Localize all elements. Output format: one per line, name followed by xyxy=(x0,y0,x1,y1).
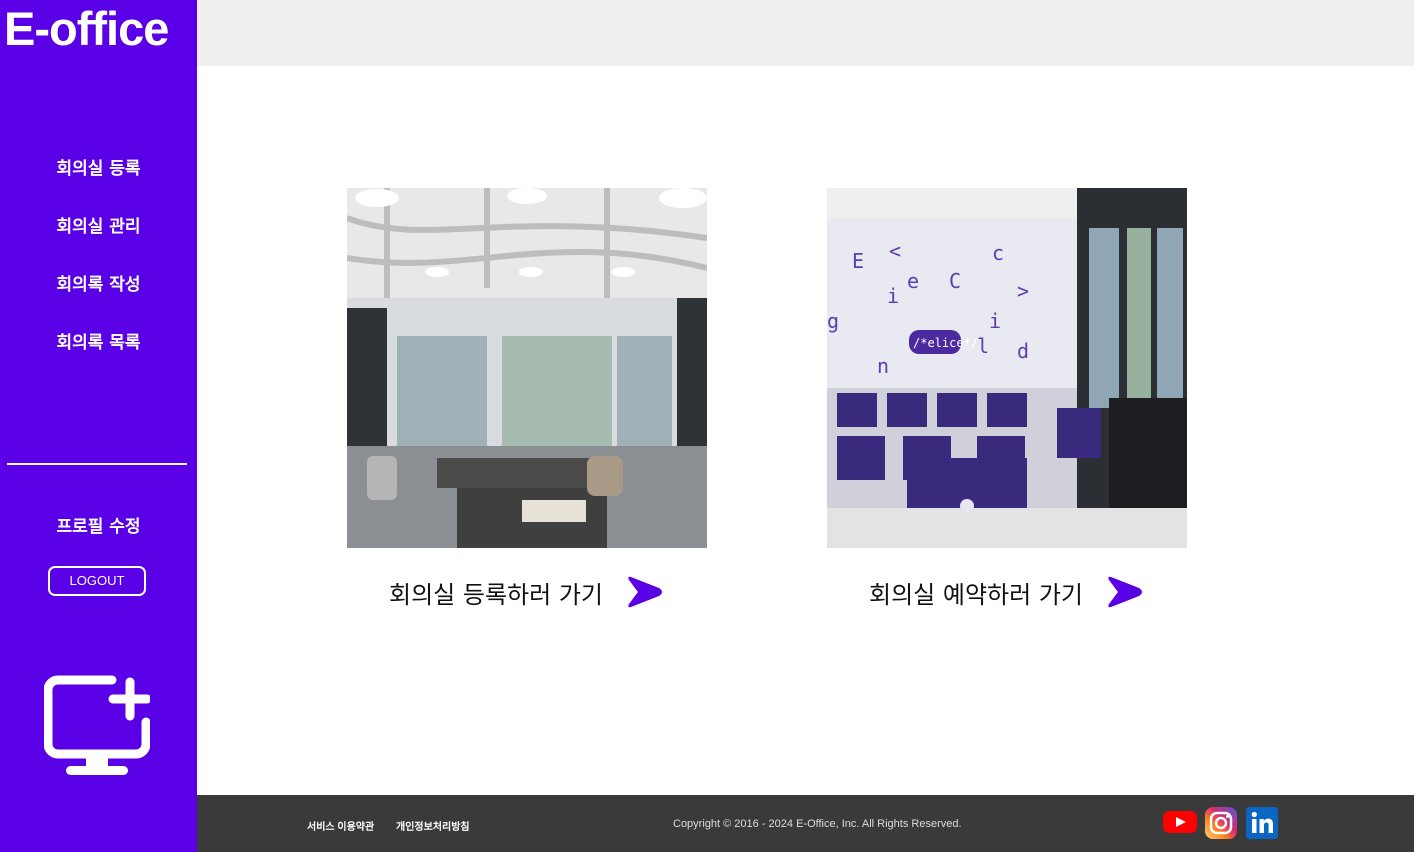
sidebar-item-room-register[interactable]: 회의실 등록 xyxy=(0,152,197,210)
room-reserve-label: 회의실 예약하러 가기 xyxy=(869,580,1083,609)
arrow-right-icon xyxy=(628,576,662,608)
svg-text:i: i xyxy=(887,284,899,308)
room-reserve-card: Eie Cci ldn < > g /*elice*/ 회의실 예약하러 가기 xyxy=(827,188,1187,609)
svg-text:g: g xyxy=(827,309,839,333)
logo[interactable]: E-office xyxy=(4,0,169,58)
youtube-icon[interactable] xyxy=(1163,809,1197,835)
logout-button[interactable]: LOGOUT xyxy=(48,566,146,596)
footer: 서비스 이용약관 개인정보처리방침 Copyright © 2016 - 202… xyxy=(197,795,1414,852)
svg-text:/*elice*/: /*elice*/ xyxy=(913,336,978,350)
lounge-photo xyxy=(347,188,707,548)
privacy-link[interactable]: 개인정보처리방침 xyxy=(396,818,470,833)
svg-text:<: < xyxy=(889,239,901,263)
room-register-link[interactable]: 회의실 등록하러 가기 xyxy=(347,572,707,612)
sidebar-item-room-manage[interactable]: 회의실 관리 xyxy=(0,210,197,268)
svg-text:l: l xyxy=(977,334,989,358)
svg-text:>: > xyxy=(1017,279,1029,303)
sidebar-item-minutes-list[interactable]: 회의록 목록 xyxy=(0,326,197,384)
svg-text:C: C xyxy=(949,269,961,293)
classroom-photo: Eie Cci l dn <>g /*elice*/ xyxy=(827,188,1187,548)
svg-text:i: i xyxy=(989,309,1001,333)
svg-text:e: e xyxy=(907,269,919,293)
linkedin-icon[interactable] xyxy=(1246,807,1278,839)
room-register-label: 회의실 등록하러 가기 xyxy=(389,580,603,609)
room-register-card: 회의실 등록하러 가기 xyxy=(347,188,707,609)
sidebar-divider xyxy=(7,463,187,465)
top-bar xyxy=(197,0,1414,66)
svg-text:E: E xyxy=(852,249,864,273)
sidebar: E-office 회의실 등록 회의실 관리 회의록 작성 회의록 목록 프로필… xyxy=(0,0,197,852)
copyright-text: Copyright © 2016 - 2024 E-Office, Inc. A… xyxy=(673,818,962,830)
profile-edit-link[interactable]: 프로필 수정 xyxy=(0,512,197,537)
arrow-right-icon xyxy=(1108,576,1142,608)
monitor-plus-icon xyxy=(44,675,150,775)
sidebar-nav: 회의실 등록 회의실 관리 회의록 작성 회의록 목록 xyxy=(0,152,197,384)
sidebar-item-minutes-write[interactable]: 회의록 작성 xyxy=(0,268,197,326)
instagram-icon[interactable] xyxy=(1205,807,1237,839)
svg-text:d: d xyxy=(1017,339,1029,363)
terms-link[interactable]: 서비스 이용약관 xyxy=(307,818,374,833)
svg-text:n: n xyxy=(877,354,889,378)
svg-text:c: c xyxy=(992,241,1004,265)
room-reserve-link[interactable]: 회의실 예약하러 가기 xyxy=(827,572,1187,612)
